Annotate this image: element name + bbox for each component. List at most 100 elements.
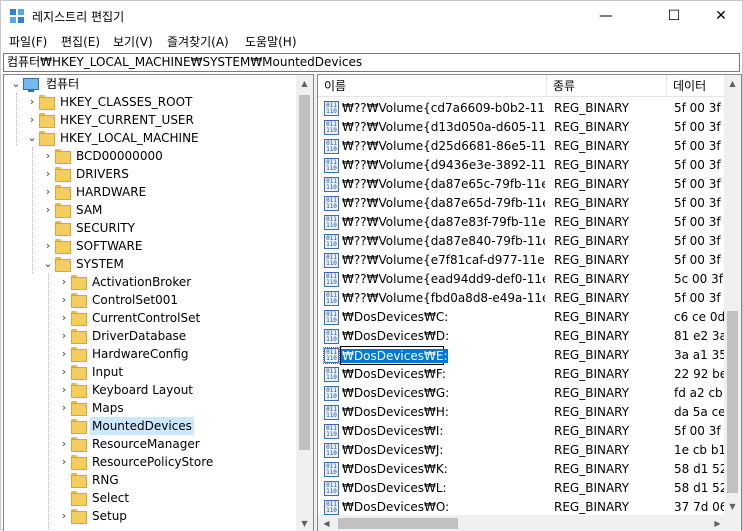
menu-help[interactable]: 도움말(H) [245, 33, 297, 50]
folder-icon [39, 95, 55, 110]
table-row[interactable]: 011110₩??₩Volume{d9436e3e-3892-11e9... RE… [318, 156, 726, 175]
scroll-left-arrow-icon[interactable]: ◀ [318, 515, 335, 531]
folder-icon [71, 293, 87, 308]
binary-value-icon: 011 110 [324, 120, 339, 135]
table-row[interactable]: 011 110 ₩DosDevices₩H: REG_BINARY da 5a ce [318, 403, 726, 422]
table-row[interactable]: 011110₩??₩Volume{da87e65c-79fb-11eb... RE… [318, 175, 726, 194]
chevron-right-icon[interactable]: › [26, 93, 38, 111]
close-button[interactable]: ✕ [698, 1, 743, 31]
scroll-thumb[interactable] [727, 311, 738, 493]
value-type-cell: REG_BINARY [554, 177, 630, 191]
column-header-data[interactable]: 데이터 [667, 75, 726, 97]
table-row[interactable]: 011 110 ₩DosDevices₩L: REG_BINARY 58 d1 52 [318, 479, 726, 498]
minimize-button[interactable]: — [583, 1, 629, 31]
menu-view[interactable]: 보기(V) [113, 33, 153, 50]
binary-value-icon: 011 110 [324, 158, 339, 173]
table-row[interactable]: 011 110 ₩DosDevices₩D: REG_BINARY 81 e2 3a [318, 327, 726, 346]
column-header-name[interactable]: 이름 [318, 75, 547, 97]
chevron-right-icon[interactable]: › [58, 345, 70, 363]
scroll-up-arrow-icon[interactable]: ▲ [296, 75, 313, 92]
chevron-right-icon[interactable]: › [42, 165, 54, 183]
address-bar[interactable]: 컴퓨터₩HKEY_LOCAL_MACHINE₩SYSTEM₩MountedDev… [3, 53, 740, 72]
chevron-down-icon[interactable]: ⌄ [42, 255, 54, 273]
column-header-type[interactable]: 종류 [547, 75, 667, 97]
menu-favorites[interactable]: 즐겨찾기(A) [167, 33, 229, 50]
maximize-button[interactable]: ☐ [651, 1, 697, 31]
rename-input[interactable]: ₩DosDevices₩E: [340, 346, 449, 365]
chevron-right-icon[interactable]: › [58, 399, 70, 417]
chevron-right-icon[interactable]: › [58, 435, 70, 453]
tree-item-label: Setup [92, 509, 127, 523]
table-row[interactable]: 011 110 ₩??₩Volume{d13d050a-d605-11e... REG… [318, 118, 726, 137]
value-name-cell: ₩DosDevices₩F: [342, 367, 446, 381]
table-row[interactable]: 011 110 ₩DosDevices₩G: REG_BINARY fd a2 cb [318, 384, 726, 403]
table-row[interactable]: 011110₩DosDevices₩I: REG_BINARY 5f 00 3f 0 [318, 422, 726, 441]
chevron-right-icon[interactable]: › [58, 291, 70, 309]
list-vertical-scrollbar[interactable]: ▲ ▼ [724, 75, 741, 515]
table-row[interactable]: 011110₩??₩Volume{da87e840-79fb-11eb... RE… [318, 232, 726, 251]
chevron-right-icon[interactable]: › [58, 309, 70, 327]
chevron-right-icon[interactable]: › [58, 327, 70, 345]
folder-icon [55, 185, 71, 200]
scroll-down-arrow-icon[interactable]: ▼ [296, 515, 313, 531]
chevron-right-icon[interactable]: › [26, 111, 38, 129]
table-row[interactable]: 011110₩??₩Volume{da87e83f-79fb-11eb-... R… [318, 213, 726, 232]
table-row[interactable]: 011 110 ₩DosDevices₩J: REG_BINARY 1e cb b1 [318, 441, 726, 460]
value-data-cell: da 5a ce [674, 405, 726, 419]
value-type-cell: REG_BINARY [554, 443, 630, 457]
chevron-right-icon[interactable]: › [58, 453, 70, 471]
folder-icon [71, 401, 87, 416]
window-title: 레지스트리 편집기 [32, 10, 125, 24]
binary-value-icon: 011 110 [324, 329, 339, 344]
value-data-cell: 5f 00 3f 0 [674, 120, 726, 134]
table-row[interactable]: 011110₩??₩Volume{e7f81caf-d977-11e7-... R… [318, 251, 726, 270]
scroll-up-arrow-icon[interactable]: ▲ [724, 75, 741, 92]
folder-icon [71, 419, 87, 434]
menu-file[interactable]: 파일(F) [9, 33, 47, 50]
table-row[interactable]: 011 110 ₩DosDevices₩K: REG_BINARY 58 d1 52 [318, 460, 726, 479]
chevron-right-icon[interactable]: › [42, 201, 54, 219]
table-row[interactable]: 011 110 ₩DosDevices₩C: REG_BINARY c6 ce 0d [318, 308, 726, 327]
table-row[interactable]: 011110₩??₩Volume{fbd0a8d8-e49a-11e7... RE… [318, 289, 726, 308]
chevron-right-icon[interactable]: › [42, 147, 54, 165]
binary-value-icon: 011 110 [324, 139, 339, 154]
list-horizontal-scrollbar[interactable]: ◀ ▶ [318, 515, 726, 531]
table-row[interactable]: 011 110 ₩??₩Volume{d25d6681-86e5-11e... REG… [318, 137, 726, 156]
value-type-cell: REG_BINARY [554, 158, 630, 172]
folder-icon [71, 365, 87, 380]
menu-edit[interactable]: 편집(E) [61, 33, 100, 50]
chevron-right-icon[interactable]: › [58, 381, 70, 399]
computer-icon [23, 78, 39, 92]
scroll-thumb[interactable] [299, 95, 310, 450]
value-type-cell: REG_BINARY [554, 139, 630, 153]
table-row[interactable]: 011110₩??₩Volume{cd7a6609-b0b2-11e8... RE… [318, 99, 726, 118]
chevron-right-icon[interactable]: › [42, 183, 54, 201]
tree-item-label: MountedDevices [90, 417, 194, 435]
value-type-cell: REG_BINARY [554, 405, 630, 419]
value-name-cell: ₩??₩Volume{d9436e3e-3892-11e9... [342, 158, 545, 172]
table-row[interactable]: 011 110 ₩DosDevices₩E: REG_BINARY 3a a1 35 [318, 346, 726, 365]
chevron-right-icon[interactable]: › [58, 507, 70, 525]
scroll-down-arrow-icon[interactable]: ▼ [724, 498, 741, 515]
table-row[interactable]: 011110₩??₩Volume{da87e65d-79fb-11eb... RE… [318, 194, 726, 213]
table-row[interactable]: 011 110 ₩DosDevices₩F: REG_BINARY 22 92 be [318, 365, 726, 384]
scroll-thumb[interactable] [338, 518, 458, 529]
binary-value-icon: 011 110 [324, 386, 339, 401]
folder-icon [71, 437, 87, 452]
title-bar: 레지스트리 편집기 — ☐ ✕ [1, 1, 742, 31]
binary-value-icon: 011 110 [324, 291, 339, 306]
tree-vertical-scrollbar[interactable]: ▲ ▼ [296, 75, 313, 531]
value-data-cell: 5f 00 3f 0 [674, 234, 726, 248]
value-type-cell: REG_BINARY [554, 462, 630, 476]
value-data-cell: 5f 00 3f 0 [674, 196, 726, 210]
value-data-cell: 22 92 be [674, 367, 726, 381]
table-row[interactable]: 011110₩??₩Volume{ead94dd9-def0-11e6... RE… [318, 270, 726, 289]
chevron-right-icon[interactable]: › [42, 237, 54, 255]
chevron-right-icon[interactable]: › [58, 273, 70, 291]
chevron-down-icon[interactable]: ⌄ [10, 75, 22, 93]
binary-value-icon: 011 110 [324, 462, 339, 477]
tree-item-label: ResourceManager [92, 437, 200, 451]
chevron-right-icon[interactable]: › [58, 363, 70, 381]
chevron-down-icon[interactable]: ⌄ [26, 129, 38, 147]
binary-value-icon: 011 110 [324, 405, 339, 420]
